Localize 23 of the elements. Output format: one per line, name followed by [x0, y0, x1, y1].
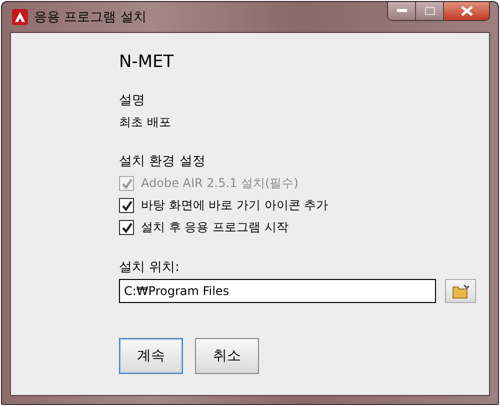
maximize-icon	[424, 7, 434, 15]
checkbox[interactable]	[119, 198, 134, 213]
minimize-button[interactable]	[388, 2, 416, 20]
checkbox-label: 바탕 화면에 바로 가기 아이콘 추가	[141, 197, 328, 214]
close-button[interactable]	[444, 2, 489, 20]
app-icon	[12, 9, 28, 25]
path-field[interactable]: C:₩Program Files	[119, 279, 436, 303]
close-icon	[460, 6, 472, 16]
checkbox-label: Adobe AIR 2.5.1 설치(필수)	[141, 175, 298, 192]
folder-icon	[452, 284, 470, 298]
minimize-icon	[396, 9, 406, 13]
maximize-button[interactable]	[416, 2, 444, 20]
section-label: 설명	[119, 92, 146, 109]
field-label: 설치 위치:	[119, 259, 181, 276]
app-name: N-MET	[119, 52, 175, 72]
description-text: 최초 배포	[119, 114, 172, 131]
dialog-button[interactable]: 취소	[195, 338, 259, 374]
checkbox[interactable]	[119, 220, 134, 235]
dialog-button[interactable]: 계속	[119, 338, 183, 374]
browse-button[interactable]	[445, 279, 476, 303]
checkbox-label: 설치 후 응용 프로그램 시작	[141, 219, 288, 236]
section-label: 설치 환경 설정	[119, 153, 206, 170]
window-title: 응용 프로그램 설치	[34, 9, 146, 26]
